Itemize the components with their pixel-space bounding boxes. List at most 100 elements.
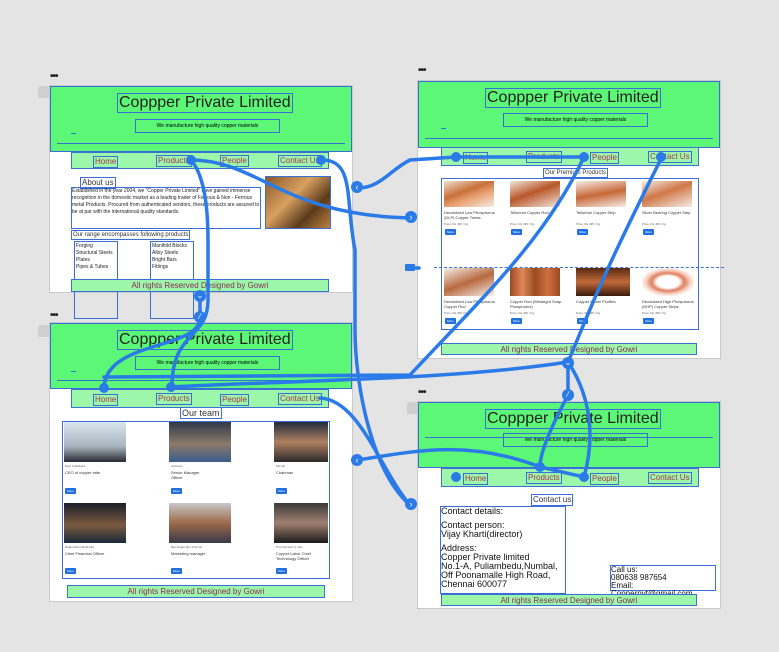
site-title: Coppper Private Limited <box>485 409 661 429</box>
more-button[interactable]: More <box>276 568 287 574</box>
person-photo <box>169 503 231 543</box>
nav-contact[interactable]: Contact Us <box>648 151 692 163</box>
nav-people[interactable]: People <box>220 155 249 167</box>
product-photo <box>444 181 494 207</box>
more-button[interactable]: More <box>577 318 588 324</box>
nav-people[interactable]: People <box>220 394 249 406</box>
link-handle[interactable] <box>316 155 326 165</box>
more-button[interactable]: More <box>276 488 287 494</box>
people-frame[interactable]: Coppper Private Limited We manufacture h… <box>49 322 353 602</box>
nav-products[interactable]: Products <box>156 393 192 405</box>
frame-menu-icon[interactable]: ••• <box>50 72 58 82</box>
chevron-down-icon[interactable]: ⌄ <box>194 290 206 302</box>
contact-person: Vijay Kharti(director) <box>441 529 523 539</box>
chevron-right-icon[interactable]: › <box>405 498 417 510</box>
more-button[interactable]: More <box>171 488 182 494</box>
product-photo <box>510 181 560 207</box>
person-role: Chief Financial Officer <box>65 551 105 556</box>
more-button[interactable]: More <box>65 568 76 574</box>
link-handle[interactable] <box>451 472 461 482</box>
link-handle[interactable] <box>579 472 589 482</box>
contact-details: Contact details: Contact person: Vijay K… <box>440 506 566 594</box>
home-frame[interactable]: Coppper Private Limited We manufacture h… <box>49 85 353 319</box>
person-name: Prof Samesh C.Jain <box>276 545 303 549</box>
person-role: Chairman <box>276 470 294 475</box>
product-price: Price: Rs 495 / Kg <box>444 222 469 226</box>
person-role: Marketing manager <box>171 551 206 556</box>
nav-home[interactable]: Home <box>93 156 119 168</box>
site-title: Coppper Private Limited <box>117 93 293 113</box>
chevron-left-icon[interactable]: ‹ <box>351 454 363 466</box>
product-name: Copper Rod (Weldright Soap Phosphorus) <box>510 299 562 309</box>
product-price: Price: Rs 495 / Kg <box>642 311 667 315</box>
person-photo <box>274 503 328 543</box>
contact-frame[interactable]: Coppper Private Limited We manufacture h… <box>417 401 721 609</box>
more-button[interactable]: More <box>643 318 654 324</box>
person-photo <box>274 422 328 462</box>
range-heading: Our range encompasses following products <box>71 230 191 240</box>
product-photo <box>576 268 630 296</box>
person-photo <box>64 422 126 462</box>
product-name: Deoxidized Low Phosphorus (DLP) Copper T… <box>444 210 495 220</box>
more-button[interactable]: More <box>511 229 522 235</box>
frame-menu-icon[interactable]: ••• <box>50 311 58 321</box>
team-grid: Ravi Kodikkara CEO of copper latte More … <box>62 421 330 579</box>
chevron-left-icon[interactable]: ‹ <box>351 181 363 193</box>
link-handle[interactable] <box>656 152 666 162</box>
call-us-block: Call us: 080638 987654 Email: Copperpvt@… <box>610 565 716 598</box>
link-handle[interactable] <box>186 155 196 165</box>
chevron-down-icon[interactable]: ⌄ <box>562 357 574 369</box>
site-tagline: We manufacture high quality copper mater… <box>503 113 648 127</box>
nav-home[interactable]: Home <box>463 152 489 164</box>
more-button[interactable]: More <box>511 318 522 324</box>
product-photo <box>444 268 494 296</box>
nav-contact[interactable]: Contact Us <box>278 393 322 405</box>
more-button[interactable]: More <box>445 229 456 235</box>
range-left-item: Pipes & Tubes <box>76 264 109 270</box>
person-role: CEO of copper latte <box>65 470 101 475</box>
more-button[interactable]: More <box>577 229 588 235</box>
product-photo <box>642 181 692 207</box>
more-button[interactable]: More <box>171 568 182 574</box>
more-button[interactable]: More <box>65 488 76 494</box>
nav-products[interactable]: Products <box>526 151 562 163</box>
contact-details-title: Contact details: <box>441 506 504 516</box>
site-header: Coppper Private Limited We manufacture h… <box>50 323 352 389</box>
link-pin-icon[interactable]: ⁄ <box>194 311 206 323</box>
nav-people[interactable]: People <box>590 473 619 485</box>
site-footer: All rights Reserved Designed by Gowri <box>441 343 697 355</box>
link-handle[interactable] <box>535 462 545 472</box>
link-handle[interactable] <box>451 152 461 162</box>
nav-people[interactable]: People <box>590 152 619 164</box>
site-title: Coppper Private Limited <box>117 330 293 350</box>
products-grid: Deoxidized Low Phosphorus (DLP) Copper T… <box>434 178 724 330</box>
nav-bar: Home Products People Contact Us <box>441 468 699 487</box>
link-handle[interactable] <box>99 383 109 393</box>
nav-home[interactable]: Home <box>93 394 119 406</box>
about-text: Established in the year 2004, we "Copper… <box>71 187 261 229</box>
link-handle[interactable] <box>579 152 589 162</box>
more-button[interactable]: More <box>643 229 654 235</box>
nav-contact[interactable]: Contact Us <box>648 472 692 484</box>
frame-menu-icon[interactable]: ••• <box>418 388 426 398</box>
contact-heading: Contact us <box>531 494 574 506</box>
link-anchor-icon[interactable] <box>405 264 415 271</box>
team-heading: Our team <box>180 407 222 419</box>
link-pin-icon[interactable]: ⁄ <box>562 389 574 401</box>
frame-menu-icon[interactable]: ••• <box>418 66 426 76</box>
range-left-item: Structural Steels <box>76 250 113 256</box>
chevron-right-icon[interactable]: › <box>405 211 417 223</box>
product-price: Price: Rs 495 / Kg <box>576 222 601 226</box>
product-name: Silver Bearing Copper Strip <box>642 210 691 215</box>
link-handle[interactable] <box>166 382 176 392</box>
products-frame[interactable]: Coppper Private Limited We manufacture h… <box>417 80 724 359</box>
range-right-item: Fittings <box>152 264 169 270</box>
product-name: Copper Nickel Profiles <box>576 299 616 304</box>
nav-home[interactable]: Home <box>463 473 489 485</box>
product-price: Price: Rs 495 / Kg <box>510 222 535 226</box>
nav-contact[interactable]: Contact Us <box>278 155 322 167</box>
person-role: Copper Labor Chief Technology Officer <box>276 551 311 561</box>
nav-products[interactable]: Products <box>526 472 562 484</box>
more-button[interactable]: More <box>445 318 456 324</box>
header-divider <box>57 143 345 144</box>
